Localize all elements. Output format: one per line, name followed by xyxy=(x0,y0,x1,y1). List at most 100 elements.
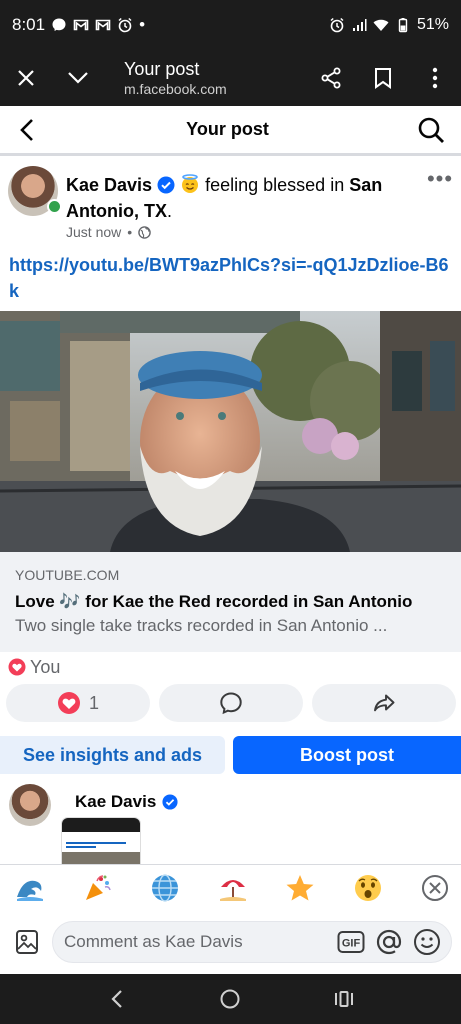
comment-screenshot-attachment[interactable] xyxy=(62,818,140,864)
comment-icon xyxy=(220,692,242,715)
signal-icon xyxy=(352,19,367,31)
smiley-icon xyxy=(414,929,440,955)
video-thumbnail xyxy=(0,311,461,552)
photo-icon xyxy=(16,930,38,954)
bookmark-button[interactable] xyxy=(357,50,409,106)
party-popper-emoji-button[interactable] xyxy=(82,872,114,904)
close-icon xyxy=(18,70,34,86)
comment-input[interactable] xyxy=(64,932,337,952)
nav-home-icon xyxy=(220,989,240,1009)
battery-level: 51% xyxy=(416,16,449,33)
status-bar: 8:01 • 51% xyxy=(0,0,461,50)
comment-composer: GIF xyxy=(0,912,461,972)
post-meta: Just now • xyxy=(66,224,151,240)
link-preview-card[interactable]: YOUTUBE.COM Love 🎶 for Kae the Red recor… xyxy=(0,552,461,652)
post-timestamp[interactable]: Just now xyxy=(66,224,121,240)
add-photo-button[interactable] xyxy=(2,917,52,967)
preview-title: Love 🎶 for Kae the Red recorded in San A… xyxy=(15,592,413,611)
page-header: Your post xyxy=(0,106,461,156)
star-emoji-button[interactable] xyxy=(284,872,316,904)
browser-url: m.facebook.com xyxy=(124,81,227,97)
globe-emoji-icon xyxy=(152,873,178,902)
share-icon xyxy=(321,67,341,89)
more-vert-icon xyxy=(432,67,438,89)
share-button[interactable] xyxy=(305,50,357,106)
browser-page-title: Your post xyxy=(124,59,200,79)
emoji-picker-button[interactable] xyxy=(413,928,441,956)
mention-button[interactable] xyxy=(375,928,403,956)
close-circle-icon xyxy=(422,874,448,901)
react-button[interactable]: 1 xyxy=(6,684,150,722)
at-sign-icon xyxy=(376,929,402,955)
alarm-icon xyxy=(118,17,132,33)
comment-button[interactable] xyxy=(159,684,303,722)
beach-umbrella-emoji-icon xyxy=(219,879,246,901)
emoji-suggestion-bar xyxy=(0,864,461,910)
browser-menu-button[interactable] xyxy=(409,50,461,106)
author-name[interactable]: Kae Davis xyxy=(66,175,152,195)
gmail-icon xyxy=(95,19,111,31)
reaction-names: You xyxy=(30,656,61,677)
nav-recents-button[interactable] xyxy=(324,979,364,1019)
minimize-tab-button[interactable] xyxy=(52,50,104,106)
gif-button[interactable]: GIF xyxy=(337,928,365,956)
back-button[interactable] xyxy=(0,105,54,155)
nav-recents-icon xyxy=(335,991,354,1007)
comment-avatar[interactable] xyxy=(9,784,51,826)
comment-input-container: GIF xyxy=(52,921,452,963)
wifi-icon xyxy=(373,19,389,31)
comment-author: Kae Davis xyxy=(75,792,178,812)
star-emoji-icon xyxy=(286,874,314,900)
preview-description: Two single take tracks recorded in San A… xyxy=(15,616,388,635)
share-arrow-icon xyxy=(374,694,395,712)
post-period: . xyxy=(166,201,172,221)
boost-post-button[interactable]: Boost post xyxy=(233,736,461,774)
reaction-summary[interactable]: You xyxy=(8,655,60,679)
bookmark-icon xyxy=(375,68,391,89)
close-tab-button[interactable] xyxy=(0,50,52,106)
browser-toolbar: Your post m.facebook.com xyxy=(0,50,461,106)
beach-umbrella-emoji-button[interactable] xyxy=(217,872,249,904)
meta-separator: • xyxy=(127,224,133,240)
link-preview-image[interactable] xyxy=(0,311,461,552)
browser-title-area[interactable]: Your post m.facebook.com xyxy=(104,58,305,98)
party-popper-emoji-icon xyxy=(85,874,111,900)
status-dot: • xyxy=(139,15,146,34)
globe-icon xyxy=(138,225,151,239)
back-arrow-icon xyxy=(20,118,33,141)
nav-back-icon xyxy=(111,990,122,1008)
share-post-button[interactable] xyxy=(312,684,456,722)
globe-emoji-button[interactable] xyxy=(149,872,181,904)
post-actions: 1 xyxy=(6,684,456,722)
post-link-text[interactable]: https://youtu.be/BWT9azPhlCs?si=-qQ1JzDz… xyxy=(9,252,454,304)
gif-label: GIF xyxy=(342,938,361,950)
astonished-emoji-button[interactable] xyxy=(352,872,384,904)
nav-back-button[interactable] xyxy=(97,979,137,1019)
gmail-icon xyxy=(73,19,89,31)
post-more-button[interactable]: ••• xyxy=(425,168,455,194)
feeling-text: feeling blessed in xyxy=(205,175,350,195)
search-button[interactable] xyxy=(401,105,461,155)
nav-home-button[interactable] xyxy=(210,979,250,1019)
astonished-face-emoji-icon xyxy=(354,874,381,901)
status-time: 8:01 xyxy=(12,15,46,34)
close-emoji-bar-button[interactable] xyxy=(419,872,451,904)
see-insights-button[interactable]: See insights and ads xyxy=(0,736,225,774)
screenshot-thumbnail xyxy=(62,818,140,864)
comment-author-name[interactable]: Kae Davis xyxy=(75,792,156,812)
preview-domain: YOUTUBE.COM xyxy=(15,567,120,583)
system-navigation-bar xyxy=(0,974,461,1024)
verified-badge-icon xyxy=(157,176,175,194)
verified-badge-icon xyxy=(162,794,178,810)
page-title: Your post xyxy=(186,119,269,139)
messenger-icon xyxy=(52,18,66,31)
post-header: Kae Davis feeling blessed in San Antonio… xyxy=(0,166,461,246)
online-status-dot xyxy=(47,199,62,214)
promotion-actions: See insights and ads Boost post xyxy=(0,736,461,774)
love-reaction-icon xyxy=(8,658,26,676)
wave-emoji-icon xyxy=(17,880,43,901)
wave-emoji-button[interactable] xyxy=(14,872,46,904)
smiling-halo-emoji-icon xyxy=(182,174,199,193)
reaction-count: 1 xyxy=(88,692,99,713)
gif-icon: GIF xyxy=(337,931,365,953)
